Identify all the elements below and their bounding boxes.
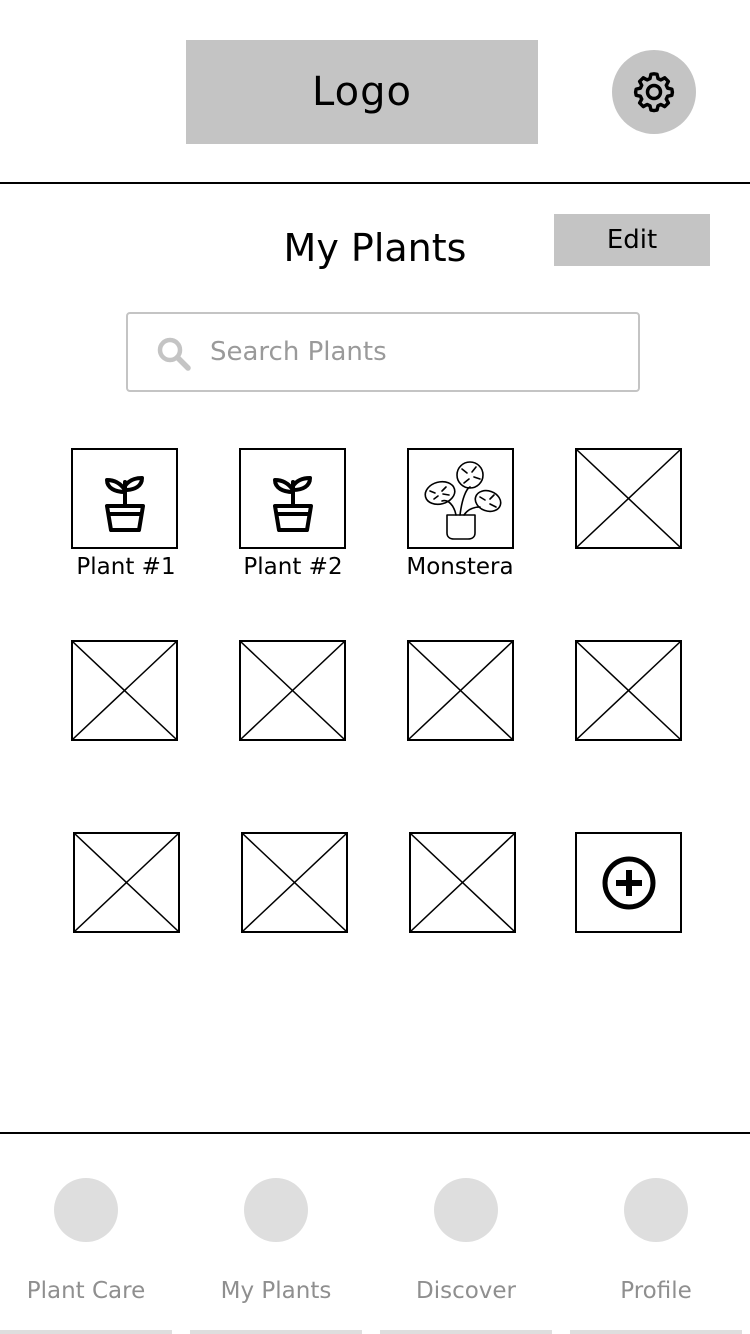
add-circle-icon: [602, 856, 655, 909]
nav-indicator: [570, 1330, 742, 1334]
plant-tile-label: Plant #2: [243, 554, 343, 580]
nav-item-discover[interactable]: Discover: [380, 1134, 552, 1334]
image-placeholder-icon: [411, 834, 514, 931]
nav-icon-placeholder: [244, 1178, 308, 1242]
nav-icon-placeholder: [54, 1178, 118, 1242]
nav-label: Plant Care: [26, 1278, 146, 1304]
empty-tile[interactable]: [73, 832, 180, 933]
empty-tile[interactable]: [407, 640, 514, 741]
empty-tile[interactable]: [575, 640, 682, 741]
logo[interactable]: Logo: [186, 40, 538, 144]
nav-icon-placeholder: [434, 1178, 498, 1242]
plant-tile-1[interactable]: [71, 448, 178, 549]
image-placeholder-icon: [75, 834, 178, 931]
nav-indicator: [0, 1330, 172, 1334]
nav-icon-placeholder: [624, 1178, 688, 1242]
empty-tile[interactable]: [241, 832, 348, 933]
logo-label: Logo: [312, 69, 412, 115]
image-placeholder-icon: [577, 642, 680, 739]
plant-tile-3[interactable]: [407, 448, 514, 549]
image-placeholder-icon: [243, 834, 346, 931]
empty-tile[interactable]: [71, 640, 178, 741]
edit-button[interactable]: Edit: [554, 214, 710, 266]
plant-tile-label: Plant #1: [76, 554, 176, 580]
gear-icon: [633, 72, 675, 113]
image-placeholder-icon: [577, 450, 680, 547]
empty-tile[interactable]: [409, 832, 516, 933]
header-divider: [0, 182, 750, 184]
add-plant-button[interactable]: [575, 832, 682, 933]
plant-pot-icon: [104, 475, 145, 532]
nav-item-my-plants[interactable]: My Plants: [190, 1134, 362, 1334]
monstera-icon: [423, 460, 501, 540]
nav-indicator: [380, 1330, 552, 1334]
image-placeholder-icon: [409, 642, 512, 739]
nav-item-profile[interactable]: Profile: [570, 1134, 742, 1334]
search-icon: [157, 337, 191, 371]
nav-item-plant-care[interactable]: Plant Care: [0, 1134, 172, 1334]
plant-pot-icon: [272, 475, 313, 532]
plant-tile-label: Monstera: [406, 554, 514, 580]
image-placeholder-icon: [73, 642, 176, 739]
search-bar[interactable]: [126, 312, 640, 392]
nav-label: Discover: [415, 1278, 517, 1304]
image-placeholder-icon: [241, 642, 344, 739]
nav-label: My Plants: [220, 1278, 332, 1304]
nav-label: Profile: [620, 1278, 692, 1304]
nav-indicator: [190, 1330, 362, 1334]
plant-tile-2[interactable]: [239, 448, 346, 549]
settings-button[interactable]: [612, 50, 696, 134]
empty-tile[interactable]: [575, 448, 682, 549]
search-input[interactable]: [210, 330, 620, 374]
empty-tile[interactable]: [239, 640, 346, 741]
